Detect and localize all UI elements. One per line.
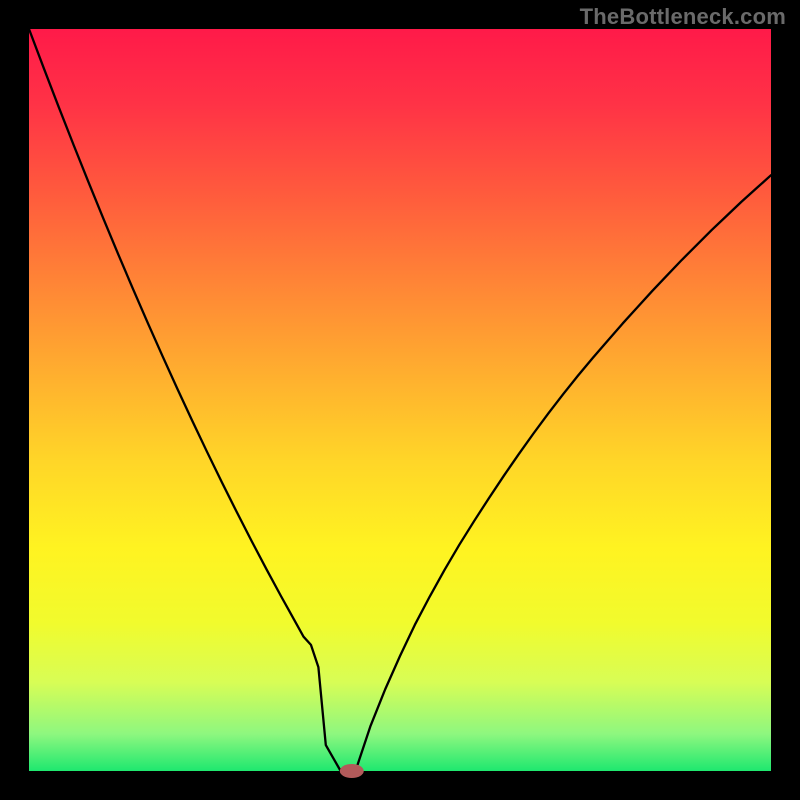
optimal-point-marker <box>340 764 364 778</box>
watermark-text: TheBottleneck.com <box>580 4 786 30</box>
chart-plot-background <box>29 29 771 771</box>
chart-container: TheBottleneck.com <box>0 0 800 800</box>
bottleneck-chart <box>0 0 800 800</box>
